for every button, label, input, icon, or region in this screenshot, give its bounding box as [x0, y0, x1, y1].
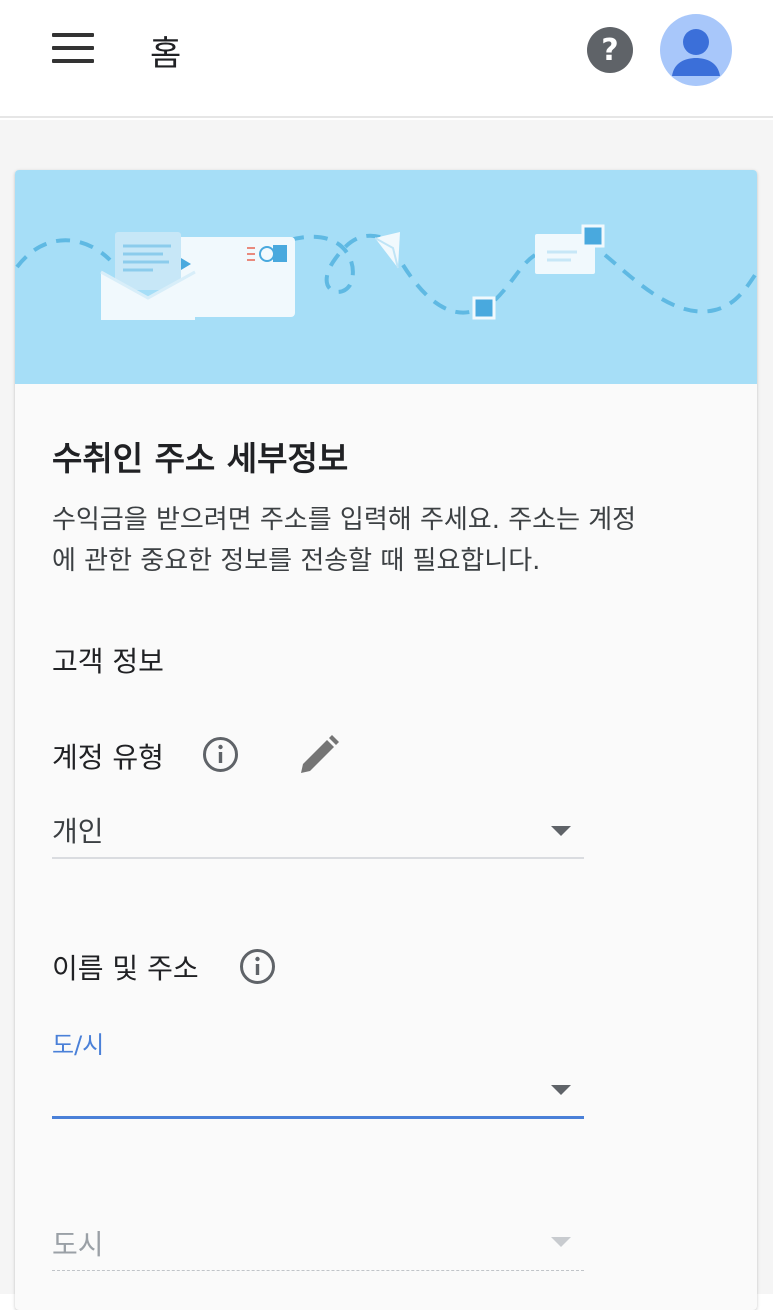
- card-title: 수취인 주소 세부정보: [52, 439, 349, 478]
- description-line: 에 관한 중요한 정보를 전송할 때 필요합니다.: [52, 546, 541, 576]
- select-underline-active: [52, 1116, 584, 1119]
- account-type-value: 개인: [52, 815, 104, 848]
- province-field-label: 도/시: [52, 1031, 105, 1059]
- customer-info-heading: 고객 정보: [52, 645, 164, 678]
- help-glyph: ?: [601, 32, 619, 68]
- page-title: 홈: [150, 34, 182, 74]
- address-details-card: 수취인 주소 세부정보 수익금을 받으려면 주소를 입력해 주세요. 주소는 계…: [15, 170, 757, 1310]
- select-underline-disabled: [52, 1270, 584, 1271]
- chevron-down-icon: [551, 1237, 571, 1247]
- province-select[interactable]: [52, 1065, 584, 1121]
- menu-icon[interactable]: [52, 33, 94, 63]
- chevron-down-icon: [551, 826, 571, 836]
- help-icon[interactable]: ?: [587, 27, 633, 73]
- city-select[interactable]: 도시: [52, 1215, 584, 1271]
- city-placeholder: 도시: [52, 1228, 104, 1261]
- chevron-down-icon: [551, 1085, 571, 1095]
- card-description: 수익금을 받으려면 주소를 입력해 주세요. 주소는 계정 에 관한 중요한 정…: [52, 500, 732, 582]
- name-address-label: 이름 및 주소: [52, 952, 199, 985]
- mail-envelopes-illustration: [15, 170, 757, 384]
- description-line: 수익금을 받으려면 주소를 입력해 주세요. 주소는 계정: [52, 505, 637, 535]
- top-app-bar: 홈 ?: [0, 0, 773, 118]
- edit-pencil-icon[interactable]: [297, 733, 341, 777]
- select-underline: [52, 857, 584, 859]
- account-type-label: 계정 유형: [52, 741, 164, 774]
- info-icon[interactable]: [202, 736, 239, 773]
- account-type-select[interactable]: 개인: [52, 806, 584, 860]
- account-avatar-icon[interactable]: [660, 14, 732, 86]
- info-icon[interactable]: [239, 948, 276, 985]
